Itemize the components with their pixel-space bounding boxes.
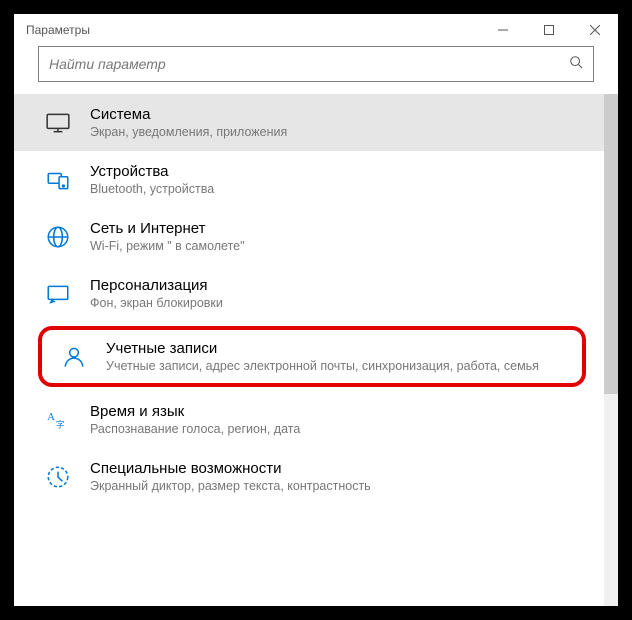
settings-item-title: Устройства <box>90 163 584 180</box>
window-title: Параметры <box>26 23 480 37</box>
settings-window: Параметры <box>14 14 618 606</box>
titlebar: Параметры <box>14 14 618 46</box>
settings-item-title: Время и язык <box>90 403 584 420</box>
accessibility-icon <box>44 463 72 491</box>
minimize-button[interactable] <box>480 14 526 46</box>
settings-item-desc: Экран, уведомления, приложения <box>90 125 584 139</box>
settings-item-title: Персонализация <box>90 277 584 294</box>
settings-item-title: Учетные записи <box>106 340 564 357</box>
maximize-button[interactable] <box>526 14 572 46</box>
settings-item-accessibility[interactable]: Специальные возможности Экранный диктор,… <box>14 448 604 505</box>
settings-item-title: Специальные возможности <box>90 460 584 477</box>
scrollbar-thumb[interactable] <box>604 94 618 394</box>
settings-item-accounts[interactable]: Учетные записи Учетные записи, адрес эле… <box>42 330 582 383</box>
settings-item-time-language[interactable]: A 字 Время и язык Распознавание голоса, р… <box>14 391 604 448</box>
search-icon <box>569 55 583 74</box>
settings-item-personalization[interactable]: Персонализация Фон, экран блокировки <box>14 265 604 322</box>
settings-item-system[interactable]: Система Экран, уведомления, приложения <box>14 94 604 151</box>
brush-icon <box>44 280 72 308</box>
scrollbar[interactable] <box>604 94 618 606</box>
monitor-icon <box>44 109 72 137</box>
search-input[interactable] <box>49 56 569 72</box>
devices-icon <box>44 166 72 194</box>
window-controls <box>480 14 618 46</box>
time-language-icon: A 字 <box>44 406 72 434</box>
settings-item-desc: Учетные записи, адрес электронной почты,… <box>106 359 564 373</box>
svg-text:字: 字 <box>56 418 65 429</box>
settings-item-network[interactable]: Сеть и Интернет Wi-Fi, режим " в самолет… <box>14 208 604 265</box>
close-button[interactable] <box>572 14 618 46</box>
person-icon <box>60 343 88 371</box>
highlight-ring: Учетные записи Учетные записи, адрес эле… <box>38 326 586 387</box>
settings-item-title: Сеть и Интернет <box>90 220 584 237</box>
globe-icon <box>44 223 72 251</box>
settings-item-devices[interactable]: Устройства Bluetooth, устройства <box>14 151 604 208</box>
settings-item-desc: Экранный диктор, размер текста, контраст… <box>90 479 584 493</box>
settings-item-desc: Распознавание голоса, регион, дата <box>90 422 584 436</box>
settings-item-desc: Bluetooth, устройства <box>90 182 584 196</box>
settings-content: Система Экран, уведомления, приложения У… <box>14 94 618 606</box>
settings-item-desc: Фон, экран блокировки <box>90 296 584 310</box>
settings-item-title: Система <box>90 106 584 123</box>
settings-item-desc: Wi-Fi, режим " в самолете" <box>90 239 584 253</box>
search-box[interactable] <box>38 46 594 82</box>
svg-text:A: A <box>47 411 55 423</box>
